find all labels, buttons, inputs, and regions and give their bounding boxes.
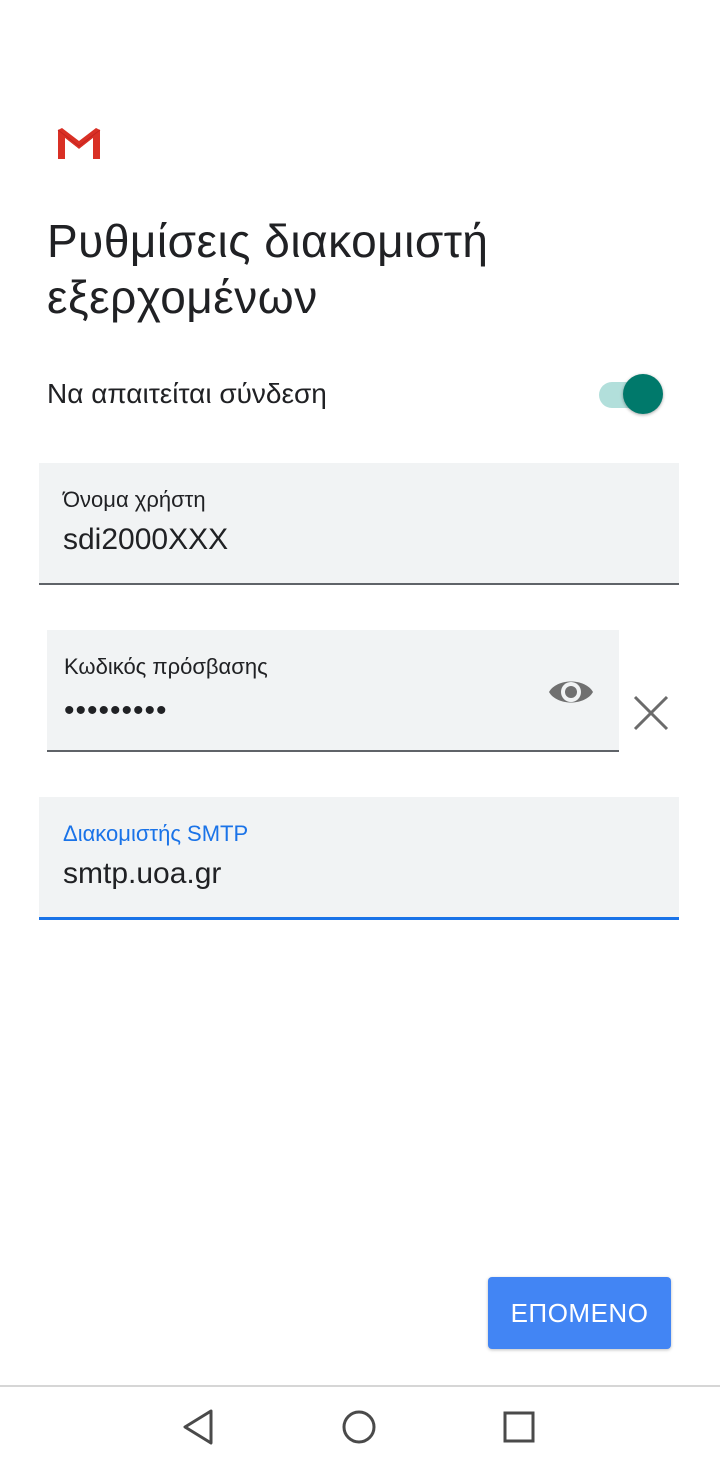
smtp-server-field[interactable]: Διακομιστής SMTP smtp.uoa.gr bbox=[39, 797, 679, 920]
password-input[interactable]: ••••••••• bbox=[64, 694, 168, 728]
system-navigation-bar bbox=[0, 1385, 720, 1461]
smtp-server-input[interactable]: smtp.uoa.gr bbox=[63, 857, 221, 891]
home-circle-icon[interactable] bbox=[339, 1407, 379, 1447]
recents-square-icon[interactable] bbox=[499, 1407, 539, 1447]
page-title: Ρυθμίσεις διακομιστή εξερχομένων bbox=[47, 215, 489, 323]
gmail-logo-icon bbox=[57, 128, 101, 159]
next-button[interactable]: ΕΠΟΜΕΝΟ bbox=[488, 1277, 671, 1349]
require-signin-row[interactable]: Να απαιτείται σύνδεση bbox=[47, 370, 667, 418]
close-icon[interactable] bbox=[632, 694, 670, 732]
username-field[interactable]: Όνομα χρήστη sdi2000XXX bbox=[39, 463, 679, 585]
outgoing-server-settings-screen: Ρυθμίσεις διακομιστή εξερχομένων Να απαι… bbox=[0, 0, 720, 1461]
password-field[interactable]: Κωδικός πρόσβασης ••••••••• bbox=[47, 630, 619, 752]
password-label: Κωδικός πρόσβασης bbox=[64, 654, 268, 679]
username-input[interactable]: sdi2000XXX bbox=[63, 523, 228, 557]
eye-icon[interactable] bbox=[547, 672, 595, 712]
back-triangle-icon[interactable] bbox=[180, 1407, 220, 1447]
smtp-server-label: Διακομιστής SMTP bbox=[63, 821, 249, 846]
require-signin-label: Να απαιτείται σύνδεση bbox=[47, 378, 327, 409]
switch-thumb bbox=[623, 374, 663, 414]
username-label: Όνομα χρήστη bbox=[63, 487, 206, 512]
require-signin-switch[interactable] bbox=[599, 374, 665, 414]
